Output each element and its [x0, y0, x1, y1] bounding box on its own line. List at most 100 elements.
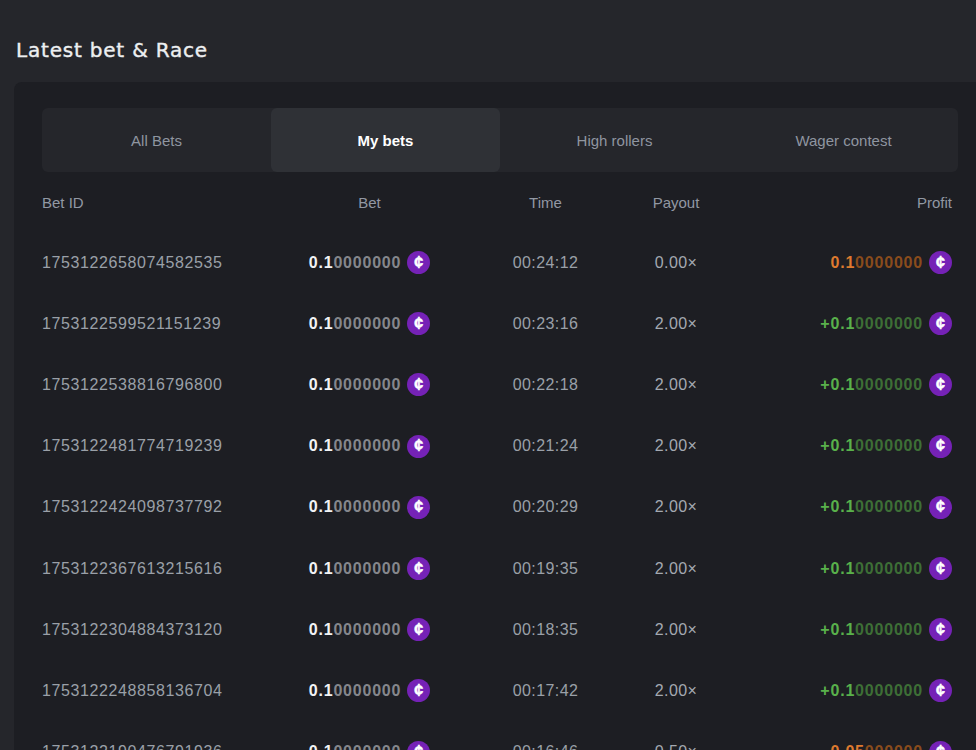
bet-amount-main: 0.1: [309, 254, 334, 272]
column-header-bet-id: Bet ID: [42, 194, 272, 211]
coin-icon: ¢: [929, 618, 952, 641]
table-row[interactable]: 1753122248858136704 0.10000000¢ 00:17:42…: [42, 660, 952, 721]
bet-amount-main: 0.1: [309, 437, 334, 455]
cent-glyph: ¢: [414, 498, 423, 516]
table-row[interactable]: 1753122599521151239 0.10000000¢ 00:23:16…: [42, 293, 952, 354]
bet-amount-cell: 0.10000000¢: [309, 679, 431, 702]
profit-amount-main: +0.1: [820, 376, 855, 394]
profit-amount-zeros: 0000000: [855, 437, 923, 455]
bet-amount-zeros: 0000000: [333, 254, 401, 272]
profit-amount-zeros: 0000000: [855, 315, 923, 333]
cent-glyph: ¢: [414, 621, 423, 639]
bet-id-value: 1753122367613215616: [42, 560, 272, 578]
coin-icon: ¢: [929, 435, 952, 458]
profit-cell: +0.10000000 ¢: [820, 435, 952, 458]
cent-glyph: ¢: [414, 315, 423, 333]
column-header-time: Time: [529, 194, 562, 211]
bet-id-value: 1753122538816796800: [42, 376, 272, 394]
bet-amount-zeros: 0000000: [333, 560, 401, 578]
profit-amount-main: 0.05: [830, 743, 864, 750]
bet-amount-main: 0.1: [309, 743, 334, 750]
tab-my-bets[interactable]: My bets: [271, 108, 500, 172]
coin-icon: ¢: [407, 435, 430, 458]
coin-icon: ¢: [929, 557, 952, 580]
bet-amount-zeros: 0000000: [333, 743, 401, 750]
payout-value: 0.00×: [655, 254, 697, 272]
profit-amount-zeros: 0000000: [855, 254, 923, 272]
table-row[interactable]: 1753122538816796800 0.10000000¢ 00:22:18…: [42, 354, 952, 415]
profit-cell: 0.10000000 ¢: [830, 251, 952, 274]
profit-amount-main: +0.1: [820, 682, 855, 700]
bet-id-value: 1753122304884373120: [42, 621, 272, 639]
profit-amount-zeros: 0000000: [855, 621, 923, 639]
table-row[interactable]: 1753122367613215616 0.10000000¢ 00:19:35…: [42, 538, 952, 599]
coin-icon: ¢: [407, 373, 430, 396]
bet-id-value: 1753122424098737792: [42, 498, 272, 516]
bet-amount-zeros: 0000000: [333, 621, 401, 639]
bet-amount-cell: 0.10000000¢: [309, 373, 431, 396]
table-row[interactable]: 1753122481774719239 0.10000000¢ 00:21:24…: [42, 416, 952, 477]
profit-amount-zeros: 000000: [865, 743, 923, 750]
profit-amount-zeros: 0000000: [855, 498, 923, 516]
coin-icon: ¢: [407, 741, 430, 750]
table-row[interactable]: 1753122424098737792 0.1 0000000 ¢ 00:20:29…: [42, 477, 952, 538]
cent-glyph: ¢: [936, 437, 945, 455]
bets-tabbar: All Bets My bets High rollers Wager cont…: [42, 108, 958, 172]
bet-amount-cell: 0.10000000 ¢: [309, 741, 431, 750]
coin-icon: ¢: [407, 496, 430, 519]
profit-cell: +0.10000000¢: [820, 373, 952, 396]
bet-id-value: 1753122481774719239: [42, 437, 272, 455]
page-title: Latest bet & Race: [16, 38, 208, 62]
coin-icon: ¢: [929, 741, 952, 750]
bet-id-value: 1753122658074582535: [42, 254, 272, 272]
bet-amount-cell: 0.10000000¢: [309, 251, 431, 274]
bet-amount-main: 0.1: [309, 498, 334, 516]
profit-amount-main: +0.1: [820, 560, 855, 578]
coin-icon: ¢: [929, 373, 952, 396]
tab-wager-contest[interactable]: Wager contest: [729, 108, 958, 172]
tab-high-rollers[interactable]: High rollers: [500, 108, 729, 172]
profit-amount-main: 0.1: [830, 254, 855, 272]
profit-amount-main: +0.1: [820, 437, 855, 455]
time-value: 00:18:35: [513, 621, 578, 639]
coin-icon: ¢: [407, 557, 430, 580]
bet-amount-main: 0.1: [309, 376, 334, 394]
table-row[interactable]: 1753122190476791936 0.10000000¢ 00:16:46…: [42, 722, 952, 750]
profit-cell: +0.10000000 ¢: [820, 679, 952, 702]
cent-glyph: ¢: [936, 498, 945, 516]
bet-amount-cell: 0.10000000 ¢: [309, 435, 431, 458]
profit-cell: 0.05000000 ¢: [830, 741, 952, 750]
payout-value: 2.00×: [655, 682, 697, 700]
bet-amount-cell: 0.10000000¢: [309, 557, 431, 580]
payout-value: 2.00×: [655, 376, 697, 394]
cent-glyph: ¢: [414, 437, 423, 455]
column-header-payout: Payout: [653, 194, 700, 211]
column-header-bet: Bet: [358, 194, 381, 211]
cent-glyph: ¢: [414, 682, 423, 700]
latest-bet-panel: All Bets My bets High rollers Wager cont…: [14, 82, 976, 750]
bet-amount-zeros: 0000000: [333, 682, 401, 700]
cent-glyph: ¢: [936, 743, 945, 750]
time-value: 00:20:29: [513, 498, 578, 516]
table-row[interactable]: 1753122304884373120 0.10000000¢ 00:18:35…: [42, 599, 952, 660]
bet-amount-main: 0.1: [309, 621, 334, 639]
bet-amount-cell: 0.10000000¢: [309, 312, 431, 335]
bet-amount-zeros: 0000000: [333, 437, 401, 455]
payout-value: 2.00×: [655, 437, 697, 455]
cent-glyph: ¢: [936, 376, 945, 394]
cent-glyph: ¢: [414, 376, 423, 394]
table-body: 1753122658074582535 0.10000000¢ 00:24:12…: [42, 232, 958, 750]
coin-icon: ¢: [407, 618, 430, 641]
profit-amount-zeros: 0000000: [855, 682, 923, 700]
time-value: 00:23:16: [513, 315, 578, 333]
table-row[interactable]: 1753122658074582535 0.10000000¢ 00:24:12…: [42, 232, 952, 293]
time-value: 00:16:46: [513, 743, 578, 750]
coin-icon: ¢: [929, 251, 952, 274]
coin-icon: ¢: [929, 312, 952, 335]
bet-amount-main: 0.1: [309, 315, 334, 333]
table-header: Bet ID Bet Time Payout Profit: [42, 186, 952, 218]
tab-all-bets[interactable]: All Bets: [42, 108, 271, 172]
payout-value: 2.00×: [655, 315, 697, 333]
coin-icon: ¢: [929, 679, 952, 702]
time-value: 00:24:12: [513, 254, 578, 272]
